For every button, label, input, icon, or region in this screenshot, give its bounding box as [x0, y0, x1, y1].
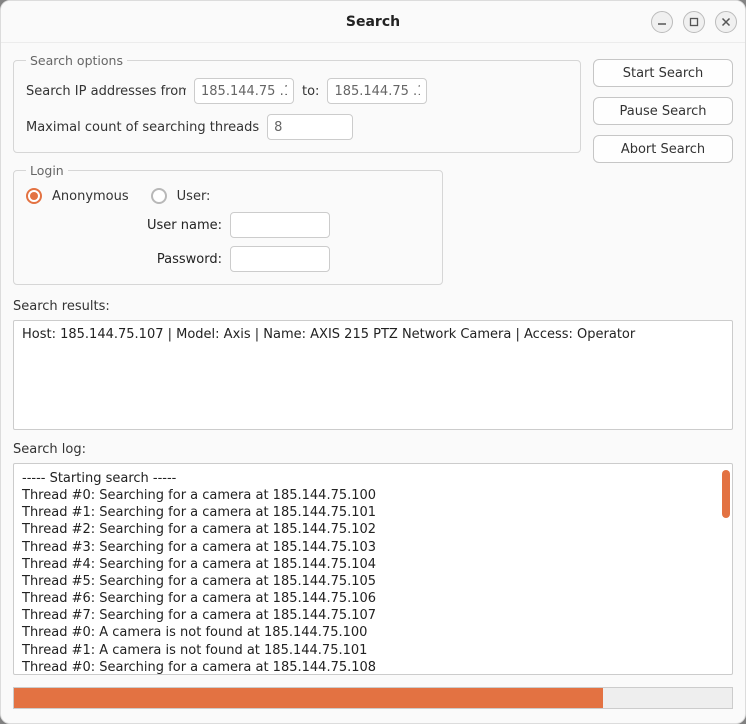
- log-line: Thread #2: Searching for a camera at 185…: [22, 521, 716, 538]
- window-title: Search: [346, 14, 400, 30]
- window-body: Search options Search IP addresses from …: [1, 43, 745, 723]
- user-radio[interactable]: [151, 188, 167, 204]
- username-input[interactable]: [230, 212, 330, 238]
- search-options-group: Search options Search IP addresses from …: [13, 53, 581, 153]
- login-legend: Login: [26, 163, 68, 178]
- log-line: Thread #0: A camera is not found at 185.…: [22, 624, 716, 641]
- anonymous-radio[interactable]: [26, 188, 42, 204]
- log-line: Thread #1: Searching for a camera at 185…: [22, 504, 716, 521]
- ip-from-label: Search IP addresses from: [26, 84, 186, 99]
- start-search-button[interactable]: Start Search: [593, 59, 733, 87]
- window-control-group: [651, 11, 737, 33]
- search-options-legend: Search options: [26, 53, 127, 68]
- anonymous-radio-wrapper[interactable]: Anonymous: [26, 188, 129, 204]
- search-results-box[interactable]: Host: 185.144.75.107 | Model: Axis | Nam…: [13, 320, 733, 430]
- ip-to-input[interactable]: [327, 78, 427, 104]
- progress-bar-track: [13, 687, 733, 709]
- username-label: User name:: [136, 218, 222, 233]
- minimize-button[interactable]: [651, 11, 673, 33]
- log-line: Thread #6: Searching for a camera at 185…: [22, 590, 716, 607]
- log-line: Thread #0: Searching for a camera at 185…: [22, 659, 716, 675]
- titlebar: Search: [1, 1, 745, 43]
- result-line[interactable]: Host: 185.144.75.107 | Model: Axis | Nam…: [22, 327, 724, 342]
- close-button[interactable]: [715, 11, 737, 33]
- search-log-box[interactable]: ----- Starting search -----Thread #0: Se…: [13, 463, 733, 675]
- search-log-label: Search log:: [13, 442, 733, 457]
- progress-bar-fill: [14, 688, 603, 708]
- log-line: Thread #4: Searching for a camera at 185…: [22, 556, 716, 573]
- log-line: Thread #7: Searching for a camera at 185…: [22, 607, 716, 624]
- log-line: Thread #5: Searching for a camera at 185…: [22, 573, 716, 590]
- user-radio-wrapper[interactable]: User:: [151, 188, 211, 204]
- password-input[interactable]: [230, 246, 330, 272]
- maximize-icon: [689, 17, 699, 27]
- maximize-button[interactable]: [683, 11, 705, 33]
- log-scrollbar-thumb[interactable]: [722, 470, 730, 518]
- threads-input[interactable]: [267, 114, 353, 140]
- user-radio-label: User:: [177, 189, 211, 204]
- log-line: Thread #1: A camera is not found at 185.…: [22, 642, 716, 659]
- minimize-icon: [657, 17, 667, 27]
- pause-search-button[interactable]: Pause Search: [593, 97, 733, 125]
- ip-from-input[interactable]: [194, 78, 294, 104]
- close-icon: [721, 17, 731, 27]
- anonymous-radio-label: Anonymous: [52, 189, 129, 204]
- ip-to-label: to:: [302, 84, 319, 99]
- log-line: Thread #0: Searching for a camera at 185…: [22, 487, 716, 504]
- search-results-label: Search results:: [13, 299, 733, 314]
- password-label: Password:: [136, 252, 222, 267]
- threads-label: Maximal count of searching threads: [26, 120, 259, 135]
- login-group: Login Anonymous User:: [13, 163, 443, 285]
- log-line: Thread #3: Searching for a camera at 185…: [22, 539, 716, 556]
- log-line: ----- Starting search -----: [22, 470, 716, 487]
- app-window: Search Search options Search IP addresse…: [0, 0, 746, 724]
- abort-search-button[interactable]: Abort Search: [593, 135, 733, 163]
